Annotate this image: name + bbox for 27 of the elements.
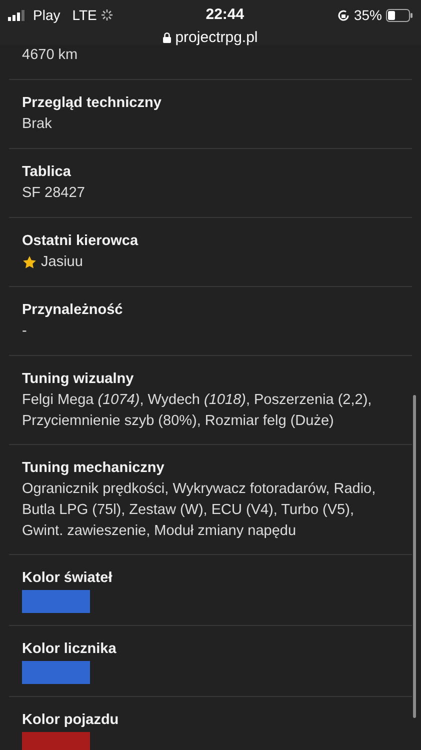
lock-icon <box>163 32 172 44</box>
field-label: Tuning mechaniczny <box>22 459 166 478</box>
field-label: Kolor świateł <box>22 569 114 588</box>
field-label: Tuning wizualny <box>22 370 135 389</box>
field-label: Ostatni kierowca <box>22 232 140 251</box>
field-value: Brak <box>22 115 53 134</box>
network-type: LTE <box>72 6 97 25</box>
field-label: Kolor licznika <box>22 640 118 659</box>
driver-name: Jasiuu <box>41 253 83 272</box>
field-value: Ogranicznik prędkości, Wykrywacz fotoradarów, Radio, Butla LPG (75l), Zestaw (W), ECU (V4), Turbo (V5), Gwint. zawieszenie, Moduł zmiany napędu <box>22 480 377 541</box>
signal-icon <box>8 10 25 21</box>
page-url: projectrpg.pl <box>175 28 258 48</box>
carrier-name: Play <box>33 6 60 25</box>
battery-percent: 35% <box>354 6 382 25</box>
field-value: Felgi Mega (1074), Wydech (1018), Poszerzenia (2,2), Przyciemnienie szyb (80%), Rozmiar felg (Duże) <box>22 391 373 431</box>
clock: 22:44 <box>206 5 244 25</box>
field-value: SF 28427 <box>22 184 86 203</box>
field-label: Przynależność <box>22 301 124 320</box>
field-label: Kolor pojazdu <box>22 711 120 730</box>
field-label: Tablica <box>22 163 72 182</box>
star-icon <box>22 255 37 270</box>
loading-icon <box>100 9 113 22</box>
field-value: 4670 km <box>22 46 79 65</box>
field-label: Przegląd techniczny <box>22 94 162 113</box>
field-value: - <box>22 322 28 341</box>
rotation-lock-icon <box>336 8 350 22</box>
battery-icon <box>386 8 413 22</box>
